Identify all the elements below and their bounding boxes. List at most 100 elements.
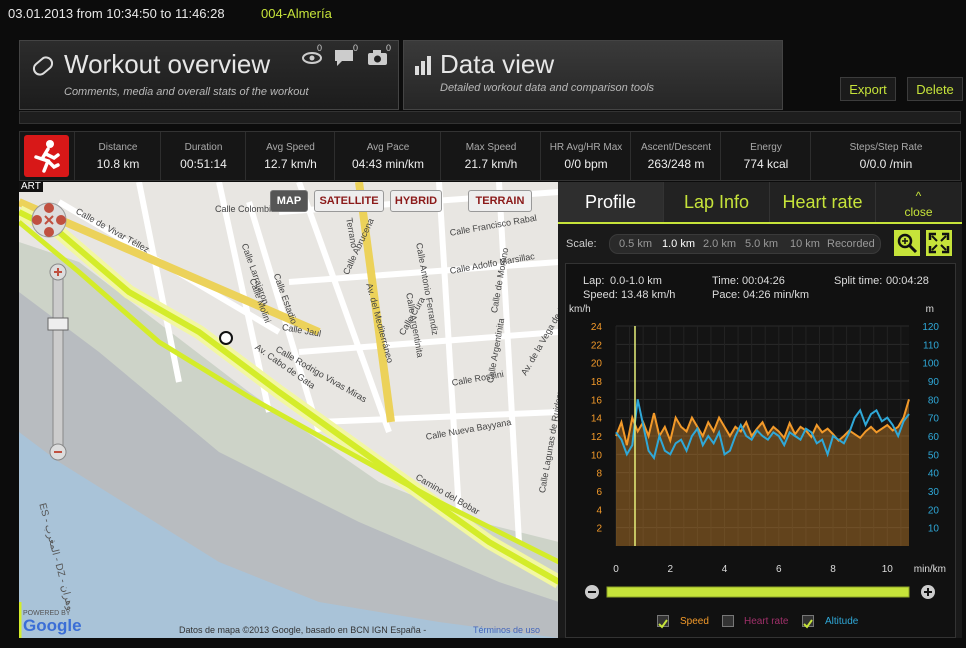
scale-10[interactable]: 10 km — [790, 238, 820, 250]
map-type-map[interactable]: MAP — [270, 190, 308, 212]
stat-value: 10.8 km — [96, 157, 140, 171]
tab-data-subtitle: Detailed workout data and comparison too… — [440, 82, 655, 94]
tab-overview-title: Workout overview — [64, 49, 271, 79]
tab-profile[interactable]: Profile — [558, 182, 664, 222]
legend-checkbox-altitude[interactable] — [802, 615, 814, 629]
y-right-tick-label: 60 — [928, 432, 940, 443]
link-icon — [32, 56, 54, 76]
map-type-terrain[interactable]: TERRAIN — [468, 190, 532, 212]
legend-label: Altitude — [825, 616, 859, 627]
tab-workout-overview[interactable]: Workout overview Comments, media and ove… — [19, 40, 399, 110]
running-icon — [24, 135, 69, 177]
route-name[interactable]: 004-Almería — [261, 6, 332, 21]
y-right-axis-label: m — [926, 304, 934, 315]
range-slider[interactable] — [583, 583, 939, 601]
stat-value: 263/248 m — [647, 157, 705, 171]
y-left-tick-label: 10 — [591, 450, 603, 461]
legend-checkbox-heart-rate[interactable] — [722, 615, 734, 627]
stat-label: HR Avg/HR Max — [549, 142, 623, 153]
stat-value: 774 kcal — [743, 157, 789, 171]
y-left-tick-label: 4 — [596, 505, 602, 516]
y-left-tick-label: 18 — [591, 377, 603, 388]
profile-chart[interactable]: 2468101214161820222410203040506070809010… — [566, 264, 955, 637]
scale-0-5[interactable]: 0.5 km — [619, 238, 652, 250]
stat-hr-avg-hr-max: HR Avg/HR Max 0/0 bpm — [540, 132, 631, 180]
y-right-tick-label: 10 — [928, 524, 940, 535]
stat-label: Energy — [750, 142, 782, 153]
y-right-tick-label: 110 — [923, 340, 939, 351]
legend-label: Speed — [680, 616, 709, 627]
y-left-tick-label: 22 — [591, 340, 603, 351]
stat-value: 00:51:14 — [180, 157, 227, 171]
tab-data-title: Data view — [440, 49, 555, 79]
stat-duration: Duration 00:51:14 — [160, 132, 246, 180]
scale-2-0[interactable]: 2.0 km — [703, 238, 736, 250]
stat-value: 04:43 min/km — [351, 157, 425, 171]
fullscreen-icon[interactable] — [926, 230, 952, 256]
x-tick-label: 0 — [613, 564, 619, 575]
stats-bar: Distance 10.8 km Duration 00:51:14 Avg Speed… — [19, 131, 961, 181]
legend-checkbox-speed[interactable] — [657, 615, 669, 629]
y-left-tick-label: 20 — [591, 359, 603, 370]
y-left-tick-label: 12 — [591, 432, 603, 443]
x-axis-label: min/km — [914, 564, 946, 575]
stat-label: Max Speed — [465, 142, 517, 153]
tab-data-view[interactable]: Data view Detailed workout data and comp… — [403, 40, 783, 110]
x-tick-label: 2 — [667, 564, 673, 575]
scale-1-0[interactable]: 1.0 km — [662, 238, 695, 250]
stat-avg-speed: Avg Speed 12.7 km/h — [245, 132, 335, 180]
google-logo[interactable]: Google — [23, 616, 82, 636]
stat-label: Ascent/Descent — [640, 142, 712, 153]
zoom-slider[interactable] — [43, 262, 73, 462]
stat-label: Avg Speed — [266, 142, 315, 153]
x-tick-label: 6 — [776, 564, 782, 575]
chevron-up-icon: ^ — [915, 189, 922, 203]
stat-avg-pace: Avg Pace 04:43 min/km — [334, 132, 441, 180]
media-count: 0 — [386, 43, 392, 53]
street-label: Calle Colombia — [215, 204, 277, 214]
delete-button[interactable]: Delete — [907, 77, 963, 101]
legend-label: Heart rate — [744, 616, 789, 627]
stat-steps-step-rate: Steps/Step Rate 0/0.0 /min — [810, 132, 961, 180]
map-canvas[interactable] — [19, 182, 559, 638]
tab-underline — [558, 222, 962, 224]
map-type-satellite[interactable]: SATELLITE — [314, 190, 384, 212]
check-icon — [803, 619, 813, 629]
tab-heart-rate[interactable]: Heart rate — [770, 182, 876, 222]
map-type-hybrid[interactable]: HYBRID — [390, 190, 442, 212]
views-count: 0 — [317, 43, 323, 53]
map-attribution: Datos de mapa ©2013 Google, basado en BC… — [179, 625, 427, 635]
y-left-tick-label: 24 — [591, 322, 603, 333]
y-right-tick-label: 30 — [928, 487, 940, 498]
scale-label: Scale: — [566, 238, 597, 250]
route-map[interactable]: ART Calle de Vivar Téllez Calle Colombia C… — [19, 182, 559, 638]
tab-overview-subtitle: Comments, media and overall stats of the… — [64, 86, 309, 98]
x-tick-label: 10 — [882, 564, 894, 575]
y-right-tick-label: 90 — [928, 377, 940, 388]
terms-link[interactable]: Términos de uso — [473, 625, 540, 635]
scale-5-0[interactable]: 5.0 km — [745, 238, 778, 250]
comment-count: 0 — [353, 43, 359, 53]
export-button[interactable]: Export — [840, 77, 896, 101]
workout-header: 03.01.2013 from 10:34:50 to 11:46:28 004… — [0, 0, 966, 30]
stat-value: 21.7 km/h — [464, 157, 518, 171]
pan-control[interactable] — [25, 200, 73, 254]
stat-max-speed: Max Speed 21.7 km/h — [440, 132, 541, 180]
y-right-tick-label: 120 — [922, 322, 939, 333]
stat-label: Steps/Step Rate — [849, 142, 923, 153]
stat-value: 0/0.0 /min — [859, 157, 913, 171]
stat-value: 0/0 bpm — [564, 157, 608, 171]
position-marker[interactable] — [219, 331, 233, 345]
y-right-tick-label: 40 — [928, 469, 940, 480]
stat-ascent-descent: Ascent/Descent 263/248 m — [630, 132, 721, 180]
profile-graph[interactable]: Lap: 0.0-1.0 km Speed: 13.48 km/h Time: … — [565, 263, 956, 638]
scale-recorded[interactable]: Recorded — [827, 238, 875, 250]
zoom-icon[interactable] — [894, 230, 920, 256]
check-icon — [658, 619, 668, 629]
tab-lap-info[interactable]: Lap Info — [664, 182, 770, 222]
x-tick-label: 4 — [722, 564, 728, 575]
y-left-tick-label: 16 — [591, 395, 603, 406]
stat-distance: Distance 10.8 km — [74, 132, 161, 180]
toolbar-divider — [19, 111, 961, 124]
close-button[interactable]: ^ close — [876, 182, 962, 222]
